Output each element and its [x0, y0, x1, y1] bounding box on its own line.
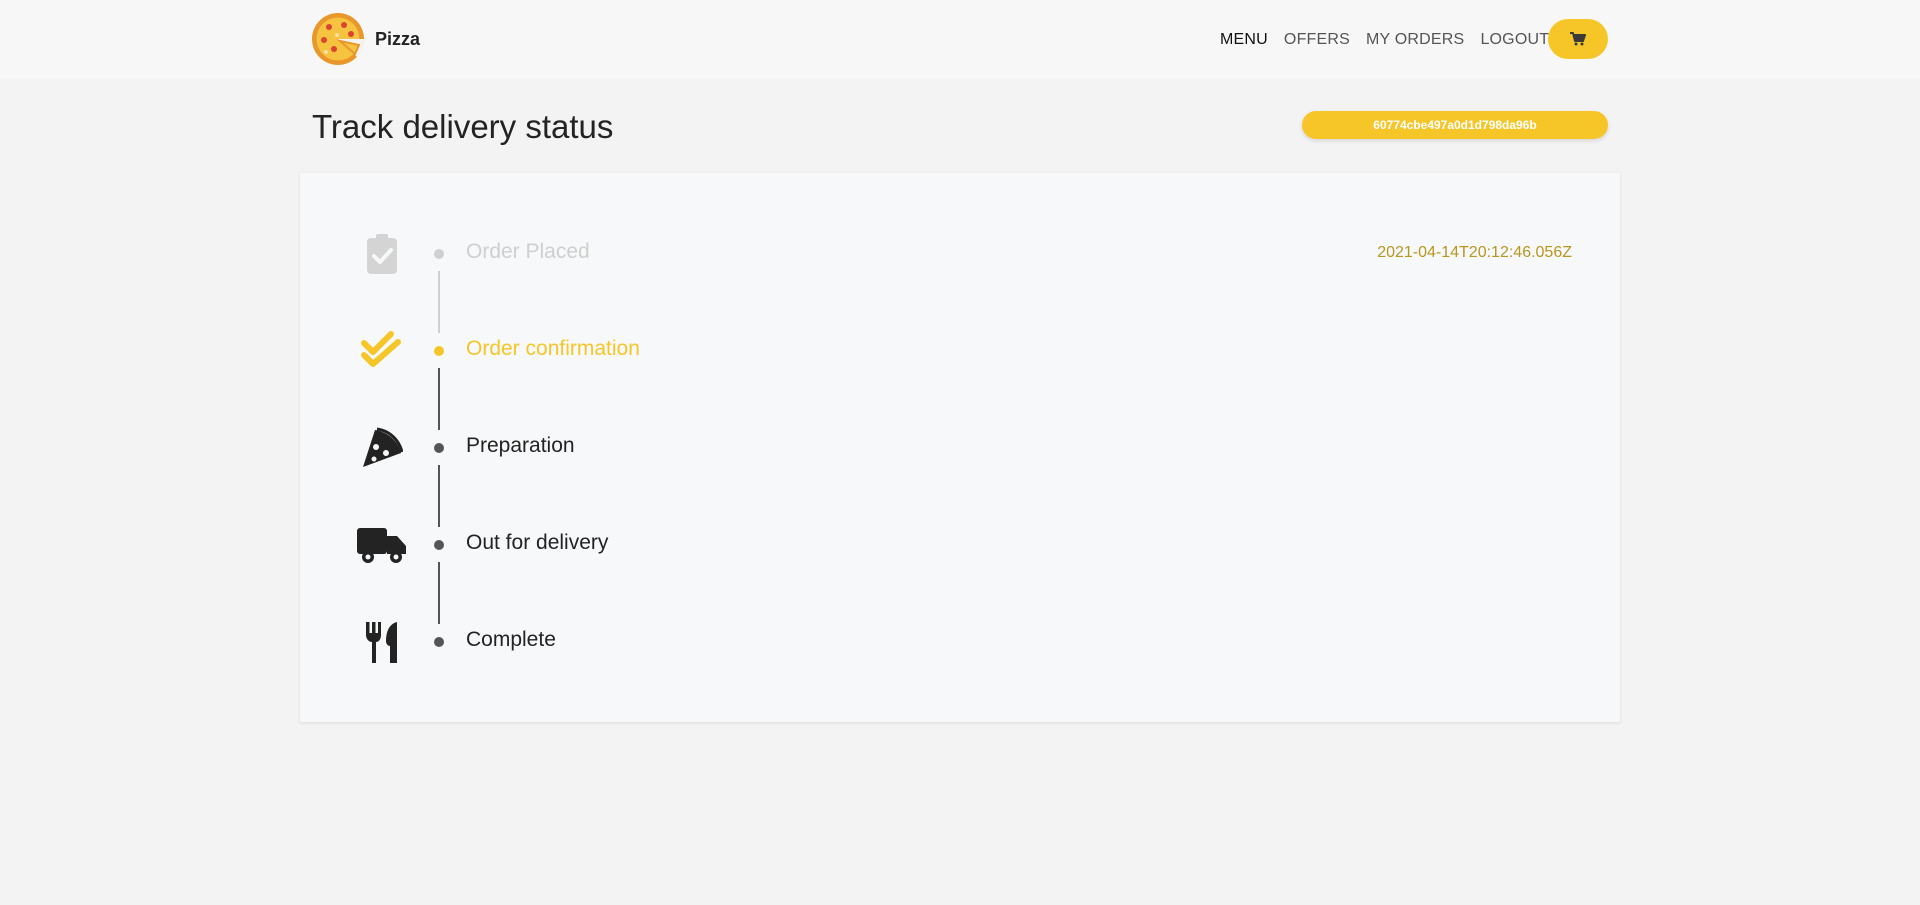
step-dot — [434, 249, 444, 259]
step-complete: Complete — [300, 618, 1620, 666]
brand[interactable]: Pizza — [311, 12, 420, 66]
step-connector — [438, 368, 440, 430]
step-label: Order Placed — [466, 240, 590, 263]
double-check-icon — [356, 327, 408, 375]
clipboard-check-icon — [356, 230, 408, 278]
tracking-card: Order Placed 2021-04-14T20:12:46.056Z Or… — [300, 173, 1620, 722]
page-title: Track delivery status — [312, 108, 614, 145]
brand-name: Pizza — [375, 28, 421, 49]
nav-my-orders[interactable]: MY ORDERS — [1366, 31, 1464, 49]
step-out-for-delivery: Out for delivery — [300, 521, 1620, 569]
order-id-badge: 60774cbe497a0d1d798da96b — [1302, 111, 1608, 139]
step-connector — [438, 465, 440, 527]
step-connector — [438, 562, 440, 624]
nav-menu[interactable]: MENU — [1220, 31, 1268, 49]
truck-icon — [356, 521, 408, 569]
pizza-logo-icon — [312, 13, 365, 65]
nav-logout[interactable]: LOGOUT — [1480, 31, 1549, 49]
cart-icon — [1570, 32, 1586, 46]
step-preparation: Preparation — [300, 424, 1620, 472]
step-dot — [434, 443, 444, 453]
cart-button[interactable] — [1548, 19, 1608, 59]
nav-offers[interactable]: OFFERS — [1284, 31, 1350, 49]
step-label: Preparation — [466, 434, 575, 457]
navbar: Pizza MENU OFFERS MY ORDERS LOGOUT — [0, 0, 1920, 79]
step-order-confirmation: Order confirmation — [300, 327, 1620, 375]
step-dot — [434, 637, 444, 647]
step-dot — [434, 346, 444, 356]
step-dot — [434, 540, 444, 550]
step-label: Order confirmation — [466, 337, 640, 360]
step-timestamp: 2021-04-14T20:12:46.056Z — [1377, 244, 1572, 261]
step-label: Complete — [466, 628, 556, 651]
step-connector — [438, 271, 440, 333]
step-label: Out for delivery — [466, 531, 609, 554]
step-order-placed: Order Placed 2021-04-14T20:12:46.056Z — [300, 230, 1620, 278]
utensils-icon — [356, 618, 408, 666]
pizza-slice-icon — [356, 424, 408, 472]
main-nav: MENU OFFERS MY ORDERS LOGOUT — [1220, 0, 1565, 79]
